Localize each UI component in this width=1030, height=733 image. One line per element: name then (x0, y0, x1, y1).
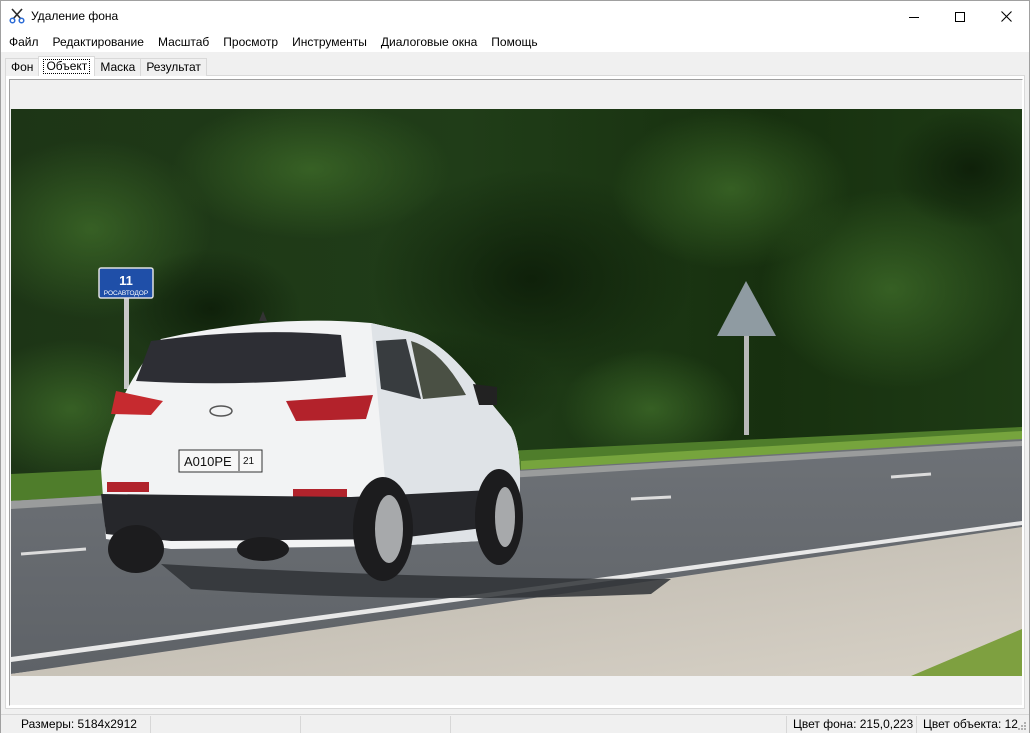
minimize-button[interactable] (891, 1, 937, 32)
status-bg-color: Цвет фона: 215,0,223 (787, 715, 917, 733)
status-bar: Размеры: 5184x2912 Цвет фона: 215,0,223 … (1, 714, 1029, 733)
menu-tools[interactable]: Инструменты (285, 32, 374, 52)
status-empty-3 (451, 715, 787, 733)
status-empty-1 (151, 715, 301, 733)
close-button[interactable] (983, 1, 1029, 32)
menu-view[interactable]: Просмотр (216, 32, 285, 52)
resize-grip-icon[interactable] (1015, 719, 1027, 731)
status-empty-2 (301, 715, 451, 733)
status-obj-color: Цвет объекта: 12 (923, 716, 1018, 731)
tab-object[interactable]: Объект (38, 56, 96, 76)
menu-file[interactable]: Файл (2, 32, 46, 52)
sign-org: РОСАВТОДОР (104, 290, 148, 297)
tab-label: Фон (11, 60, 34, 74)
tab-strip: Фон Объект Маска Результат (5, 56, 207, 76)
menu-edit[interactable]: Редактирование (46, 32, 151, 52)
tab-mask[interactable]: Маска (94, 58, 142, 76)
menu-zoom[interactable]: Масштаб (151, 32, 216, 52)
tab-background[interactable]: Фон (5, 58, 40, 76)
image-canvas[interactable]: 11 РОСАВТОДОР А010РЕ 21 (9, 79, 1023, 706)
plate-region: 21 (243, 456, 255, 467)
menu-bar: Файл Редактирование Масштаб Просмотр Инс… (1, 32, 1029, 52)
photo-car-on-road: 11 РОСАВТОДОР А010РЕ 21 (11, 109, 1022, 676)
maximize-icon (955, 11, 965, 22)
minimize-icon (909, 16, 919, 18)
menu-help[interactable]: Помощь (484, 32, 544, 52)
sign-number: 11 (119, 273, 133, 288)
window-title: Удаление фона (31, 9, 119, 23)
tab-label: Объект (43, 59, 91, 74)
tab-label: Маска (100, 60, 136, 74)
maximize-button[interactable] (937, 1, 983, 32)
menu-dialogs[interactable]: Диалоговые окна (374, 32, 484, 52)
tab-result[interactable]: Результат (140, 58, 207, 76)
plate-main: А010РЕ (184, 454, 232, 469)
tab-label: Результат (146, 60, 201, 74)
app-window: Удаление фона Файл Редактирование Масшта… (0, 0, 1030, 733)
title-bar[interactable]: Удаление фона (1, 1, 1029, 32)
scissors-icon (9, 8, 25, 24)
status-dimensions: Размеры: 5184x2912 (1, 715, 151, 733)
close-icon (1000, 11, 1012, 22)
